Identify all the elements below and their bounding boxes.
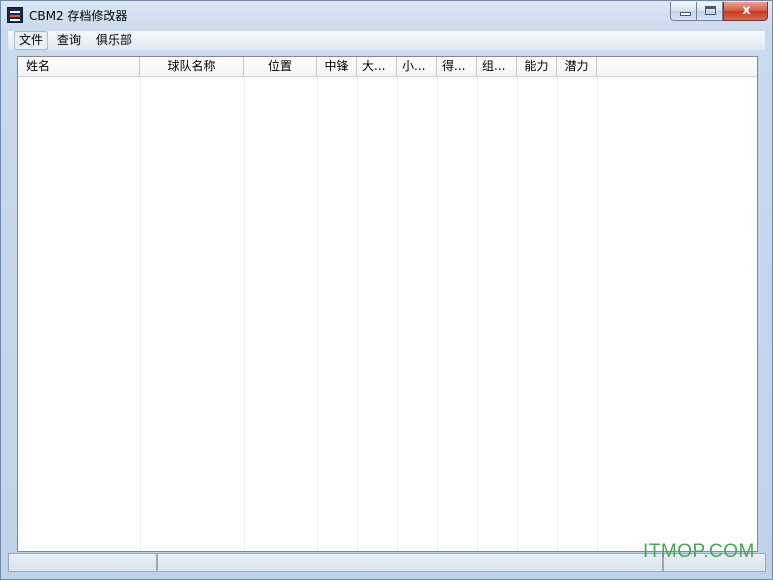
column-header-col7[interactable]: 得... bbox=[437, 57, 477, 76]
window-title: CBM2 存档修改器 bbox=[29, 9, 128, 23]
maximize-button[interactable] bbox=[697, 2, 723, 21]
status-pane-middle bbox=[157, 553, 663, 572]
grid-line bbox=[437, 77, 438, 551]
title-bar[interactable]: CBM2 存档修改器 x bbox=[1, 1, 772, 29]
grid-line bbox=[597, 77, 598, 551]
close-button[interactable]: x bbox=[723, 2, 768, 21]
column-header-col5[interactable]: 大... bbox=[357, 57, 397, 76]
column-header-col8[interactable]: 组... bbox=[477, 57, 517, 76]
list-header: 姓名 球队名称 位置 中锋 大... 小... 得... 组... 能力 潜力 bbox=[18, 57, 757, 77]
grid-line bbox=[357, 77, 358, 551]
app-window: CBM2 存档修改器 x 文件 查询 俱乐部 姓名 球队名称 位置 中锋 大..… bbox=[0, 0, 773, 580]
site-watermark: ITMOP.COM bbox=[643, 541, 755, 562]
grid-line bbox=[397, 77, 398, 551]
grid-line bbox=[477, 77, 478, 551]
column-header-col6[interactable]: 小... bbox=[397, 57, 437, 76]
column-header-name[interactable]: 姓名 bbox=[18, 57, 140, 76]
close-icon: x bbox=[742, 3, 751, 18]
grid-line bbox=[517, 77, 518, 551]
column-header-center[interactable]: 中锋 bbox=[317, 57, 357, 76]
grid-line bbox=[244, 77, 245, 551]
maximize-icon bbox=[705, 6, 716, 15]
grid-line bbox=[557, 77, 558, 551]
grid-line bbox=[317, 77, 318, 551]
menu-club[interactable]: 俱乐部 bbox=[92, 31, 136, 50]
status-pane-left bbox=[8, 553, 157, 572]
app-icon[interactable] bbox=[7, 7, 23, 23]
grid-line bbox=[140, 77, 141, 551]
column-header-potential[interactable]: 潜力 bbox=[557, 57, 597, 76]
column-header-position[interactable]: 位置 bbox=[244, 57, 317, 76]
column-header-ability[interactable]: 能力 bbox=[517, 57, 557, 76]
menu-query[interactable]: 查询 bbox=[53, 31, 85, 50]
player-list[interactable]: 姓名 球队名称 位置 中锋 大... 小... 得... 组... 能力 潜力 bbox=[17, 56, 758, 552]
minimize-icon bbox=[680, 12, 691, 16]
minimize-button[interactable] bbox=[670, 2, 697, 21]
menu-file[interactable]: 文件 bbox=[14, 31, 49, 50]
column-header-team[interactable]: 球队名称 bbox=[140, 57, 244, 76]
menu-bar: 文件 查询 俱乐部 bbox=[8, 31, 765, 50]
